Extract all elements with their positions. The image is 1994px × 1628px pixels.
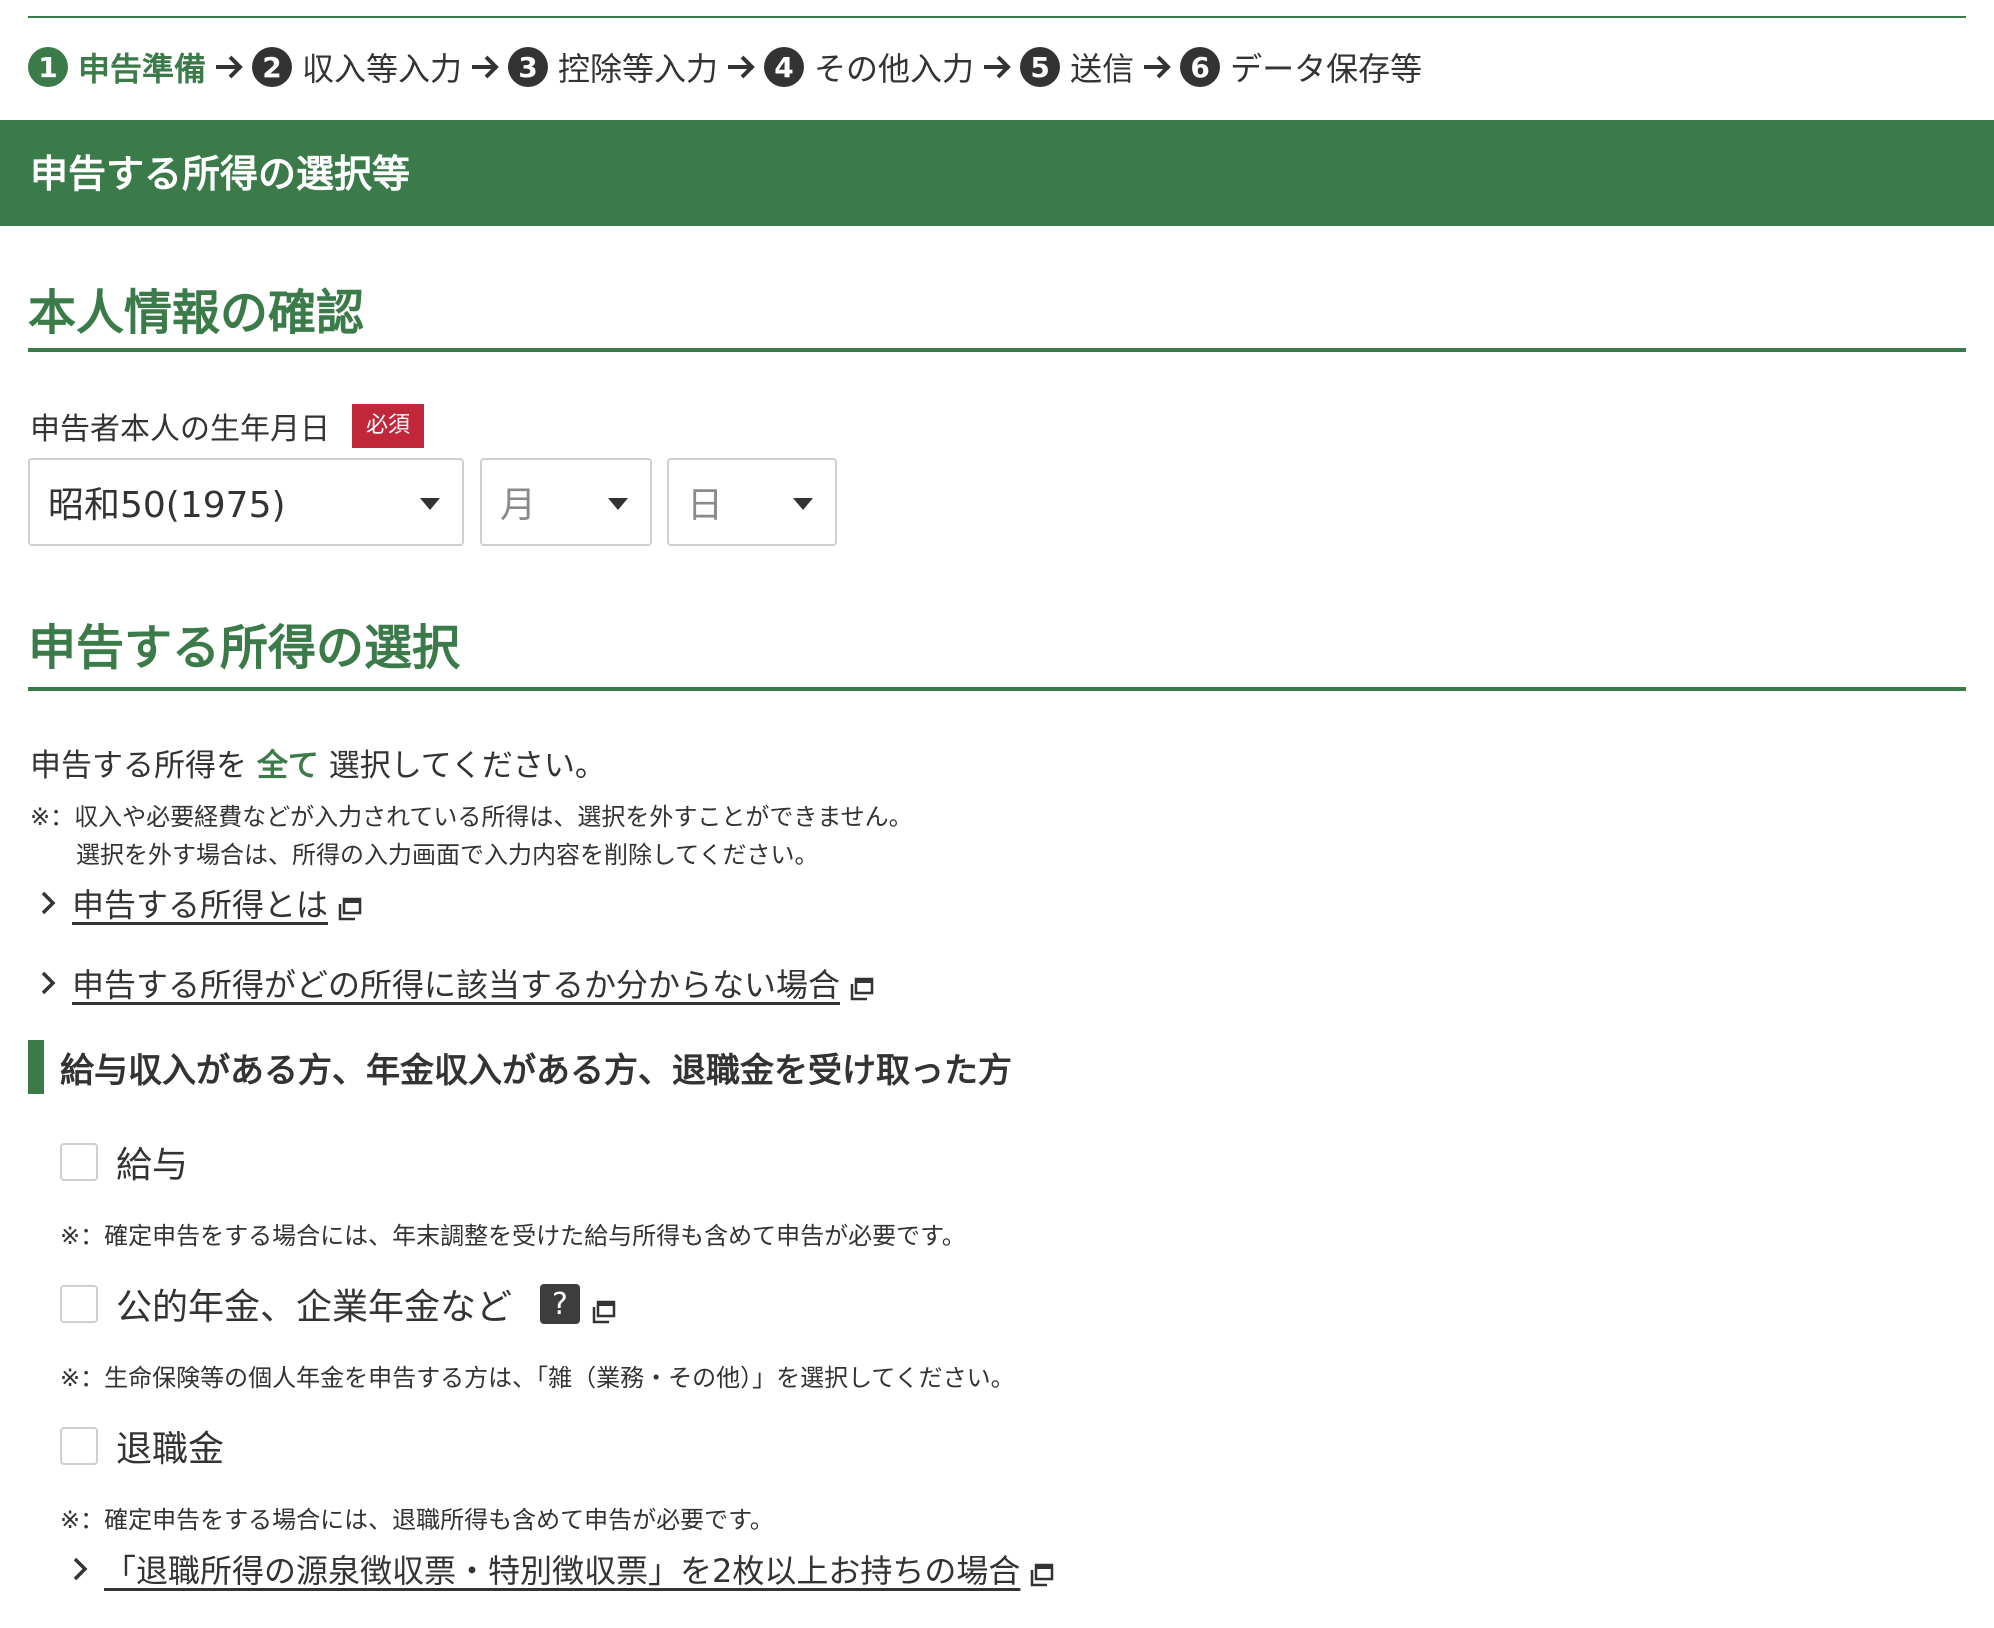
step-6: 6 データ保存等 xyxy=(1180,44,1422,90)
arrow-right-icon xyxy=(726,47,760,87)
section-divider xyxy=(28,687,1966,691)
page-header-band: 申告する所得の選択等 xyxy=(0,120,1994,226)
caret-down-icon xyxy=(608,498,628,510)
step-2: 2 収入等入力 xyxy=(252,44,462,90)
chevron-right-icon xyxy=(40,888,60,918)
income-note-line2: 選択を外す場合は、所得の入力画面で入力内容を削除してください。 xyxy=(76,841,819,869)
multiple-withholding-slips-link-text: 「退職所得の源泉徴収票・特別徴収票」を2枚以上お持ちの場合 xyxy=(104,1552,1021,1590)
instruction-emphasis: 全て xyxy=(256,748,319,784)
era-year-select[interactable]: 昭和50(1975) xyxy=(28,458,464,546)
income-instruction: 申告する所得を 全て 選択してください。 xyxy=(30,740,606,785)
retirement-checkbox[interactable] xyxy=(60,1427,98,1465)
identity-section-title: 本人情報の確認 xyxy=(28,285,365,341)
required-badge: 必須 xyxy=(352,404,425,448)
chevron-right-icon xyxy=(72,1554,92,1584)
retirement-label: 退職金 xyxy=(116,1429,225,1470)
caret-down-icon xyxy=(420,498,440,510)
external-window-icon xyxy=(338,891,362,921)
chevron-right-icon xyxy=(40,968,60,998)
what-is-income-link[interactable]: 申告する所得とは xyxy=(40,880,362,926)
step-4-label: その他入力 xyxy=(814,50,975,88)
income-section-title: 申告する所得の選択 xyxy=(28,620,461,676)
salary-checkbox[interactable] xyxy=(60,1143,98,1181)
what-is-income-link-text: 申告する所得とは xyxy=(72,886,329,924)
page: 1 申告準備 2 収入等入力 3 控除等入力 4 その他入力 5 送信 6 デー… xyxy=(0,0,1994,1628)
pension-label: 公的年金、企業年金など xyxy=(116,1287,513,1328)
group-heading: 給与収入がある方、年金収入がある方、退職金を受け取った方 xyxy=(28,1040,1012,1094)
external-window-icon xyxy=(1030,1557,1054,1587)
multiple-withholding-slips-link[interactable]: 「退職所得の源泉徴収票・特別徴収票」を2枚以上お持ちの場合 xyxy=(72,1546,1054,1592)
group-heading-bar xyxy=(28,1040,44,1094)
day-placeholder: 日 xyxy=(687,485,724,526)
era-year-value: 昭和50(1975) xyxy=(48,485,286,526)
month-select[interactable]: 月 xyxy=(480,458,652,546)
salary-checkbox-row[interactable]: 給与 xyxy=(60,1136,188,1188)
help-icon[interactable]: ? xyxy=(540,1284,581,1324)
unknown-income-type-link[interactable]: 申告する所得がどの所得に該当するか分からない場合 xyxy=(40,960,874,1006)
step-1-number: 1 xyxy=(28,47,68,87)
top-rule xyxy=(28,16,1966,18)
retirement-note: ※：確定申告をする場合には、退職所得も含めて申告が必要です。 xyxy=(60,1506,774,1534)
caret-down-icon xyxy=(793,498,813,510)
step-3-label: 控除等入力 xyxy=(558,50,719,88)
step-1-label: 申告準備 xyxy=(78,50,207,88)
instruction-after: 選択してください。 xyxy=(328,748,606,784)
external-window-icon[interactable] xyxy=(592,1292,616,1324)
retirement-checkbox-row[interactable]: 退職金 xyxy=(60,1420,224,1472)
salary-note: ※：確定申告をする場合には、年末調整を受けた給与所得も含めて申告が必要です。 xyxy=(60,1222,966,1250)
step-3: 3 控除等入力 xyxy=(508,44,718,90)
step-3-number: 3 xyxy=(508,47,549,87)
page-title: 申告する所得の選択等 xyxy=(30,152,411,196)
step-5-label: 送信 xyxy=(1070,50,1135,88)
step-4: 4 その他入力 xyxy=(764,44,974,90)
arrow-right-icon xyxy=(214,47,248,87)
unknown-income-type-link-text: 申告する所得がどの所得に該当するか分からない場合 xyxy=(72,966,841,1004)
income-note-line1: ※：収入や必要経費などが入力されている所得は、選択を外すことができません。 xyxy=(30,803,913,831)
pension-checkbox-row[interactable]: 公的年金、企業年金など ? xyxy=(60,1278,616,1330)
birthdate-label-row: 申告者本人の生年月日 必須 xyxy=(30,404,425,448)
income-note: ※：収入や必要経費などが入力されている所得は、選択を外すことができません。 選択… xyxy=(30,798,913,874)
birthdate-label: 申告者本人の生年月日 xyxy=(30,412,330,447)
month-placeholder: 月 xyxy=(500,485,537,526)
step-6-label: データ保存等 xyxy=(1230,50,1423,88)
external-window-icon xyxy=(850,971,874,1001)
pension-note: ※：生命保険等の個人年金を申告する方は、「雑（業務・その他）」を選択してください… xyxy=(60,1364,1015,1392)
step-progress: 1 申告準備 2 収入等入力 3 控除等入力 4 その他入力 5 送信 6 デー… xyxy=(28,44,1422,90)
step-2-number: 2 xyxy=(252,47,293,87)
arrow-right-icon xyxy=(470,47,504,87)
step-5: 5 送信 xyxy=(1020,44,1134,90)
arrow-right-icon xyxy=(1142,47,1176,87)
step-4-number: 4 xyxy=(764,47,805,87)
salary-label: 給与 xyxy=(116,1145,189,1186)
instruction-before: 申告する所得を xyxy=(30,748,247,784)
step-2-label: 収入等入力 xyxy=(302,50,463,88)
group-heading-text: 給与収入がある方、年金収入がある方、退職金を受け取った方 xyxy=(60,1050,1012,1091)
section-divider xyxy=(28,348,1966,352)
step-6-number: 6 xyxy=(1180,47,1221,87)
day-select[interactable]: 日 xyxy=(667,458,837,546)
arrow-right-icon xyxy=(982,47,1016,87)
pension-checkbox[interactable] xyxy=(60,1285,98,1323)
step-5-number: 5 xyxy=(1020,47,1061,87)
step-1: 1 申告準備 xyxy=(28,44,206,90)
